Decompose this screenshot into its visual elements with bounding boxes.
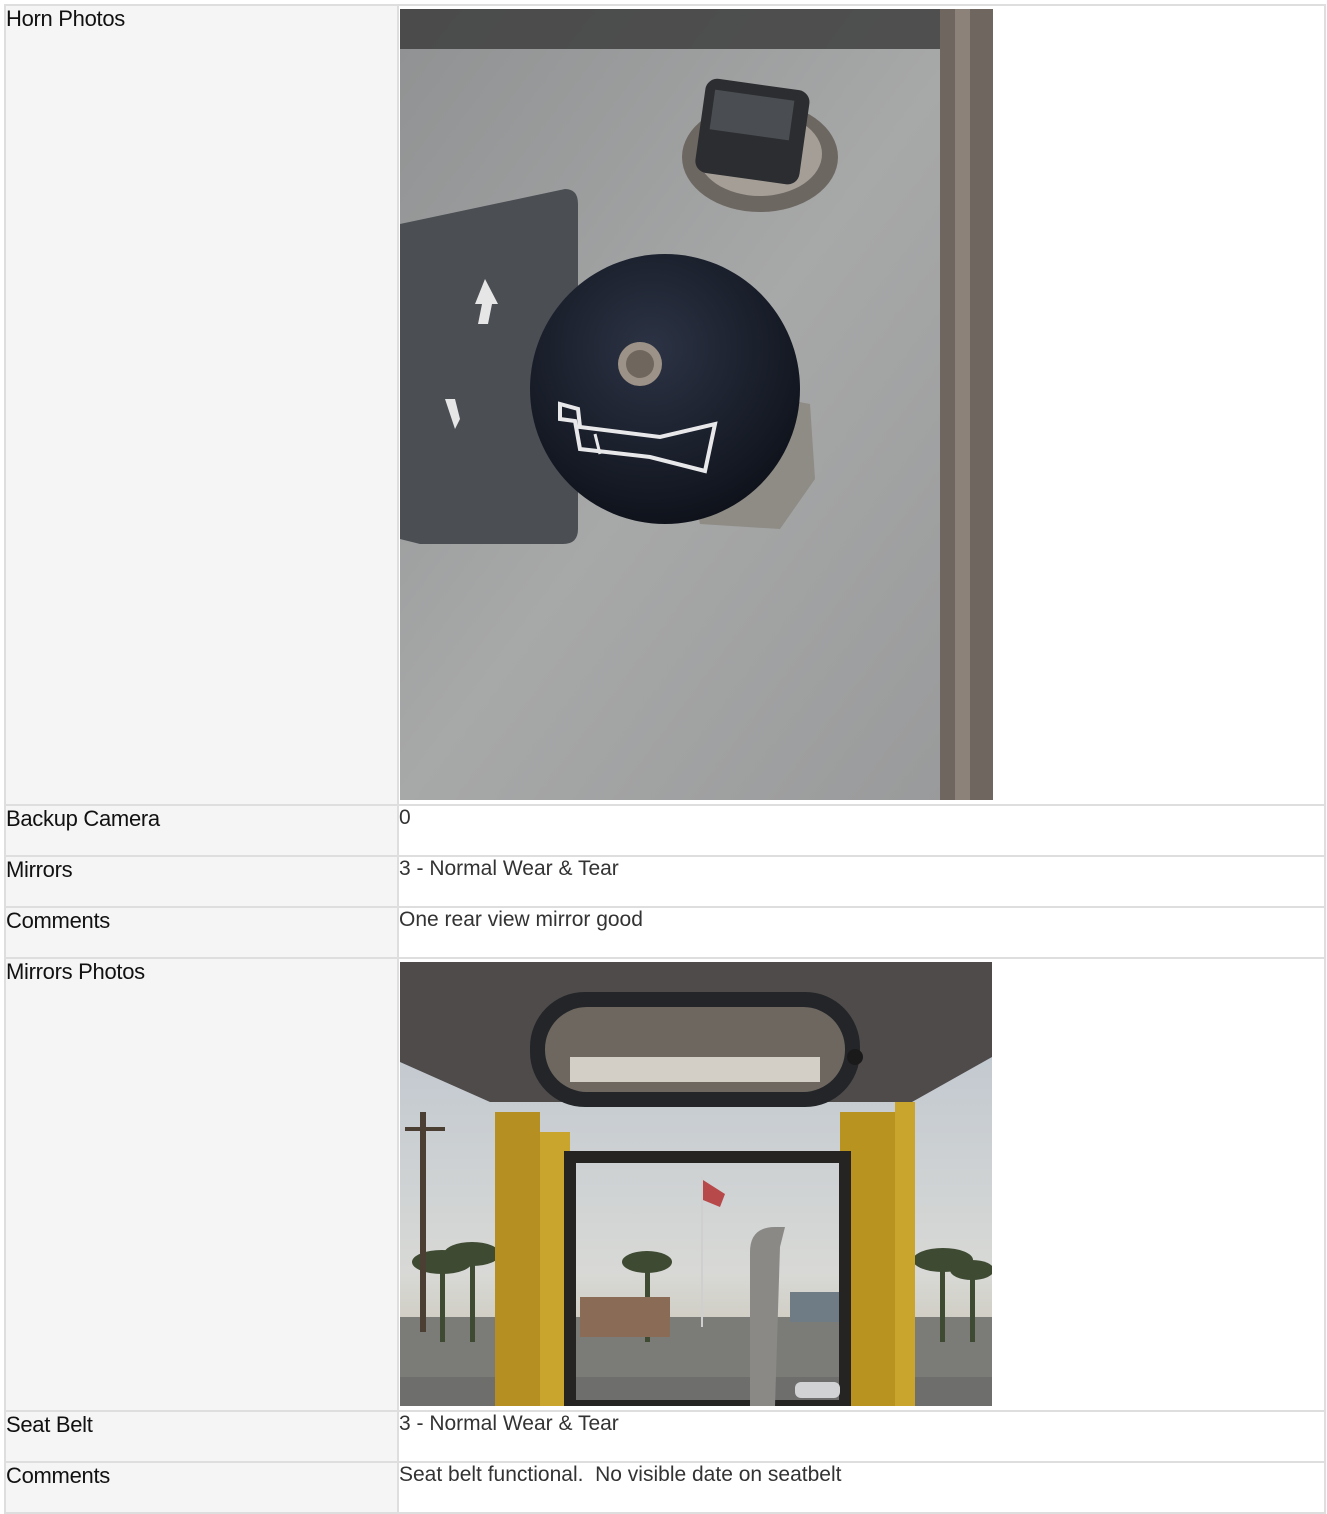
row-label: Comments — [4, 1461, 399, 1514]
table-row: Mirrors Photos — [4, 957, 1326, 1412]
row-value: 0 — [397, 804, 1326, 857]
rear-view-mirror-photo — [400, 962, 992, 1406]
table-row: Comments One rear view mirror good — [4, 906, 1326, 959]
row-label: Seat Belt — [4, 1410, 399, 1463]
table-row: Comments Seat belt functional. No visibl… — [4, 1461, 1326, 1514]
row-label: Backup Camera — [4, 804, 399, 857]
row-photo-cell — [397, 957, 1326, 1412]
row-value: Seat belt functional. No visible date on… — [397, 1461, 1326, 1514]
row-label: Comments — [4, 906, 399, 959]
horn-button-photo — [400, 9, 993, 800]
table-row: Horn Photos — [4, 4, 1326, 806]
table-row: Backup Camera 0 — [4, 804, 1326, 857]
table-row: Mirrors 3 - Normal Wear & Tear — [4, 855, 1326, 908]
row-label: Horn Photos — [4, 4, 399, 806]
row-value: 3 - Normal Wear & Tear — [397, 1410, 1326, 1463]
row-label: Mirrors — [4, 855, 399, 908]
table-row: Seat Belt 3 - Normal Wear & Tear — [4, 1410, 1326, 1463]
row-value: 3 - Normal Wear & Tear — [397, 855, 1326, 908]
inspection-table: Horn Photos Backup Camera 0 Mirrors 3 - … — [4, 4, 1326, 1514]
row-label: Mirrors Photos — [4, 957, 399, 1412]
row-value: One rear view mirror good — [397, 906, 1326, 959]
row-photo-cell — [397, 4, 1326, 806]
